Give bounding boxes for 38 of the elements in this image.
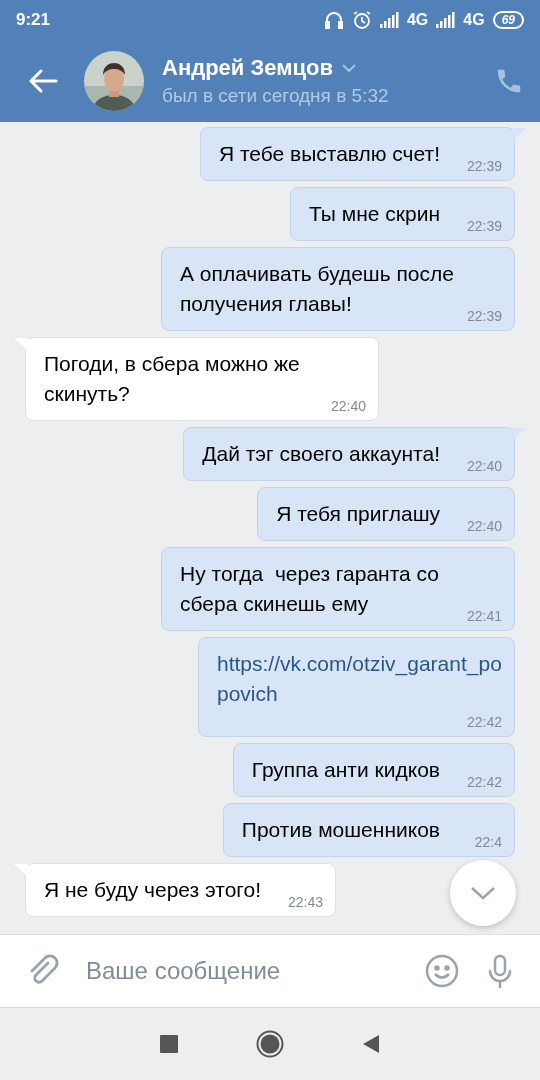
signal-icon bbox=[436, 12, 456, 28]
chevron-down-icon[interactable] bbox=[340, 63, 357, 73]
message-text: А оплачивать будешь после получения главы! bbox=[180, 262, 455, 315]
message-time: 22:39 bbox=[466, 307, 502, 325]
headphones-icon bbox=[323, 10, 344, 30]
chevron-down-icon bbox=[470, 886, 496, 900]
message-text: Я тебя приглашу bbox=[276, 502, 440, 525]
last-seen-status: был в сети сегодня в 5:32 bbox=[162, 85, 390, 107]
message-text: Ну тогда через гаранта со сбера скинешь ему bbox=[180, 562, 440, 615]
message-time: 22:40 bbox=[330, 397, 366, 415]
message-text: Я тебе выставлю счет! bbox=[218, 142, 440, 165]
alarm-icon bbox=[351, 10, 372, 30]
message-time: 22:42 bbox=[466, 773, 502, 791]
network-type: 4G bbox=[463, 11, 485, 29]
scroll-down-button[interactable] bbox=[450, 860, 516, 926]
message-time: 22:39 bbox=[466, 157, 502, 175]
message-time: 22:42 bbox=[466, 713, 502, 731]
message-time: 22:40 bbox=[466, 457, 502, 475]
message-time: 22:40 bbox=[466, 517, 502, 535]
contact-name[interactable]: Андрей Земцов bbox=[162, 55, 333, 81]
smiley-icon[interactable] bbox=[424, 953, 460, 989]
message-time: 22:4 bbox=[474, 833, 502, 851]
battery-level: 69 bbox=[492, 11, 524, 29]
message-time: 22:41 bbox=[466, 607, 502, 625]
message-text: Группа анти кидков bbox=[251, 758, 440, 781]
message-time: 22:43 bbox=[288, 893, 324, 911]
message-text: Дай тэг своего аккаунта! bbox=[202, 442, 440, 465]
message-text: Я не буду через этого! bbox=[44, 878, 262, 901]
message-time: 22:39 bbox=[466, 217, 502, 235]
message-link[interactable]: https://vk.com/otziv_garant_popovich bbox=[217, 649, 502, 709]
message-text: Погоди, в сбера можно же скинуть? bbox=[44, 352, 301, 405]
back-icon[interactable] bbox=[362, 1034, 380, 1054]
message-text: Против мошенников bbox=[241, 818, 440, 841]
message-text: Ты мне скрин bbox=[308, 202, 440, 225]
signal-icon bbox=[379, 12, 399, 28]
network-type: 4G bbox=[406, 11, 429, 29]
clock-time: 9:21 bbox=[16, 10, 51, 30]
home-icon[interactable] bbox=[256, 1030, 284, 1058]
